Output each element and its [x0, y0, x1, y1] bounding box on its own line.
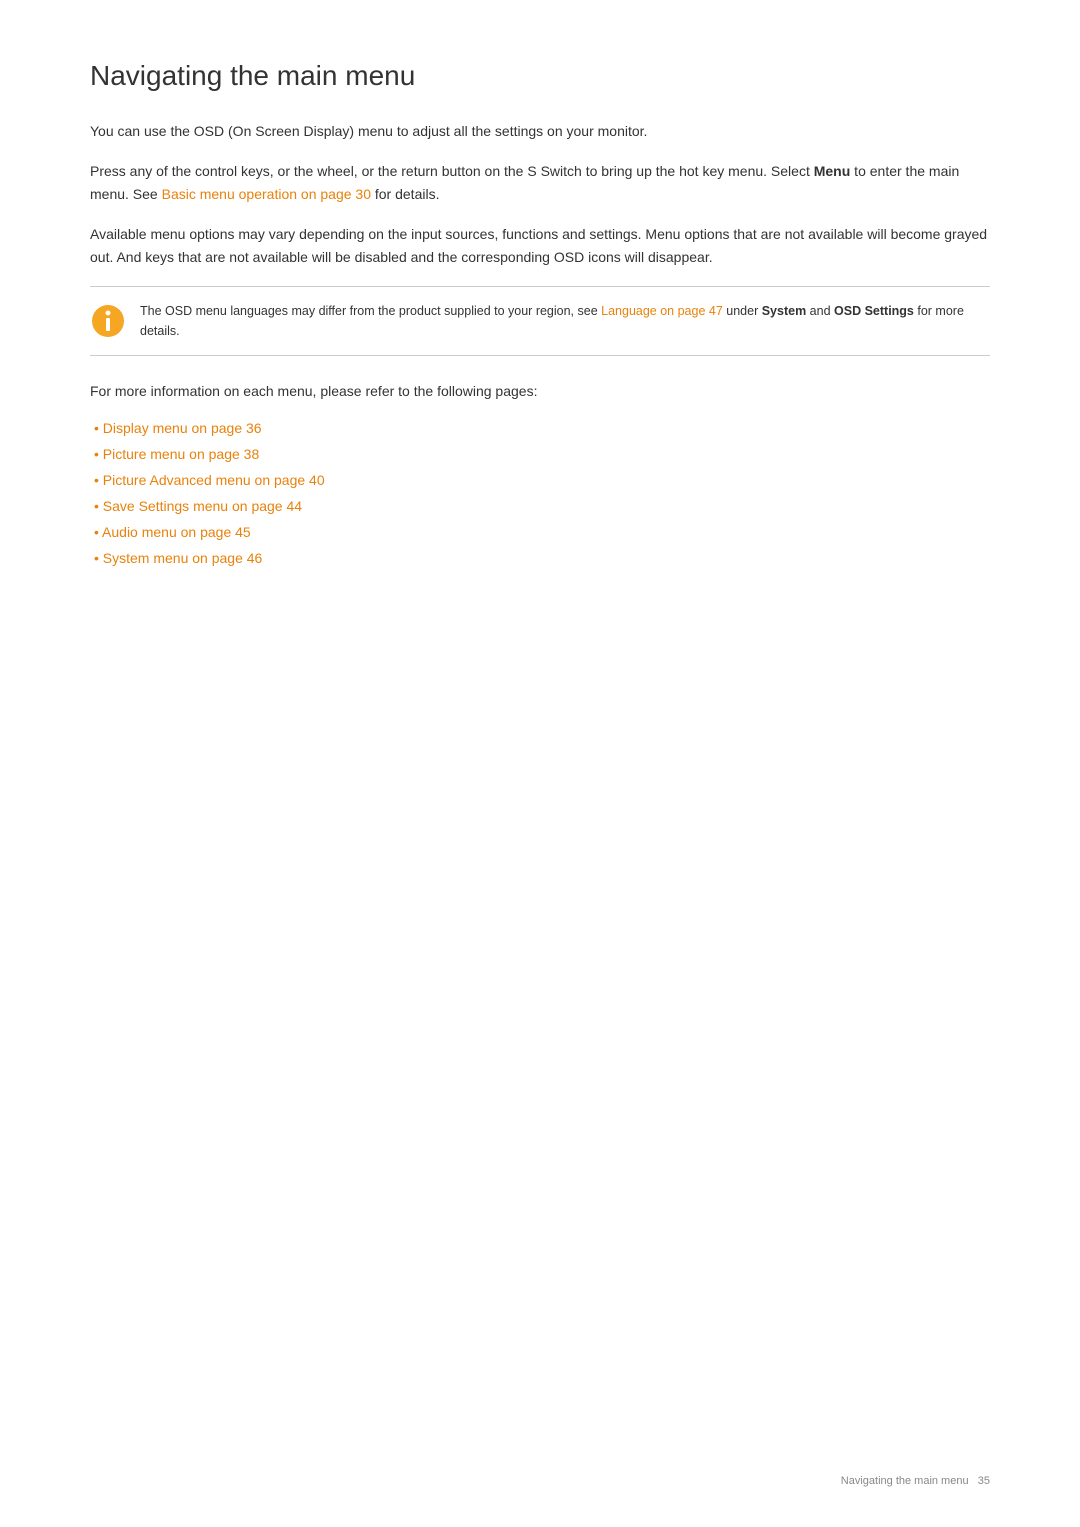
- language-link[interactable]: Language on page 47: [601, 304, 723, 318]
- menu-link-3[interactable]: Save Settings menu on page 44: [103, 498, 302, 514]
- basic-menu-link[interactable]: Basic menu operation on page 30: [162, 186, 371, 202]
- note-before-link: The OSD menu languages may differ from t…: [140, 304, 601, 318]
- note-bold2: OSD Settings: [834, 304, 914, 318]
- paragraph2-before-link: Press any of the control keys, or the wh…: [90, 163, 814, 179]
- menu-list-item: System menu on page 46: [90, 550, 990, 566]
- menu-link-4[interactable]: Audio menu on page 45: [102, 524, 251, 540]
- page-container: Navigating the main menu You can use the…: [0, 0, 1080, 656]
- menu-link-1[interactable]: Picture menu on page 38: [103, 446, 259, 462]
- paragraph3: Available menu options may vary dependin…: [90, 223, 990, 268]
- menu-list-item: Save Settings menu on page 44: [90, 498, 990, 514]
- menu-link-5[interactable]: System menu on page 46: [103, 550, 263, 566]
- menu-link-0[interactable]: Display menu on page 36: [103, 420, 262, 436]
- footer-text: Navigating the main menu: [841, 1475, 969, 1487]
- note-after-link: under: [723, 304, 762, 318]
- menu-list-item: Picture menu on page 38: [90, 446, 990, 462]
- paragraph1: You can use the OSD (On Screen Display) …: [90, 120, 990, 142]
- note-box: The OSD menu languages may differ from t…: [90, 286, 990, 356]
- note-text-middle: and: [806, 304, 834, 318]
- note-icon: [90, 303, 126, 339]
- note-text: The OSD menu languages may differ from t…: [140, 301, 990, 341]
- paragraph2: Press any of the control keys, or the wh…: [90, 160, 990, 205]
- paragraph2-menu-bold: Menu: [814, 163, 851, 179]
- page-title: Navigating the main menu: [90, 60, 990, 92]
- paragraph2-after-link: for details.: [371, 186, 439, 202]
- note-bold1: System: [762, 304, 806, 318]
- footer-page: 35: [978, 1475, 990, 1487]
- menu-list-item: Display menu on page 36: [90, 420, 990, 436]
- menu-link-2[interactable]: Picture Advanced menu on page 40: [103, 472, 325, 488]
- list-intro: For more information on each menu, pleas…: [90, 380, 990, 402]
- list-section: For more information on each menu, pleas…: [90, 380, 990, 566]
- menu-list-item: Picture Advanced menu on page 40: [90, 472, 990, 488]
- page-footer: Navigating the main menu 35: [841, 1475, 990, 1487]
- menu-list-item: Audio menu on page 45: [90, 524, 990, 540]
- menu-links-list: Display menu on page 36 Picture menu on p…: [90, 420, 990, 566]
